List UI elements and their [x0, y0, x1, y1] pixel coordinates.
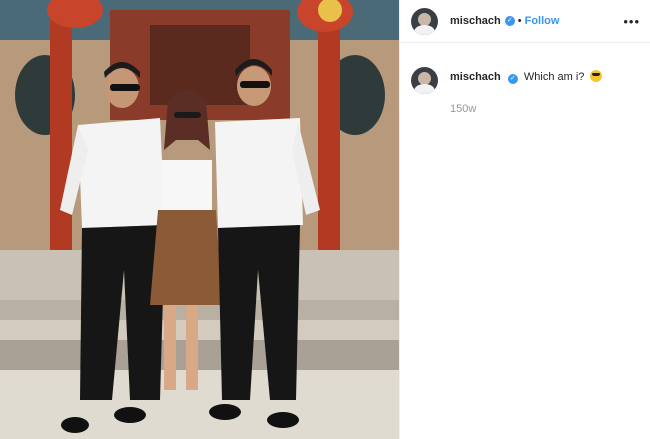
- post-sidebar: mischach ✓ • Follow ••• mischach ✓ Which…: [400, 0, 650, 439]
- more-options-icon[interactable]: •••: [623, 14, 640, 29]
- caption-comment: mischach ✓ Which am i? 150w: [400, 43, 650, 116]
- post-time-ago[interactable]: 150w: [450, 102, 602, 116]
- verified-badge-icon: ✓: [504, 16, 515, 26]
- caption-avatar[interactable]: [411, 67, 438, 94]
- sunglasses-emoji-icon: [590, 70, 603, 82]
- separator-dot: •: [517, 15, 522, 27]
- caption-text: Which am i?: [523, 71, 585, 83]
- header-username[interactable]: mischach: [450, 15, 501, 27]
- post-photo-image: [0, 0, 399, 439]
- caption-verified-badge-icon: ✓: [507, 74, 518, 84]
- caption-body: mischach ✓ Which am i? 150w: [450, 70, 603, 116]
- caption-username[interactable]: mischach: [450, 71, 501, 83]
- avatar[interactable]: [411, 7, 438, 35]
- post-header: mischach ✓ • Follow •••: [400, 0, 650, 43]
- instagram-post: mischach ✓ • Follow ••• mischach ✓ Which…: [0, 0, 650, 439]
- follow-button[interactable]: Follow: [525, 15, 560, 27]
- post-photo[interactable]: [0, 0, 400, 439]
